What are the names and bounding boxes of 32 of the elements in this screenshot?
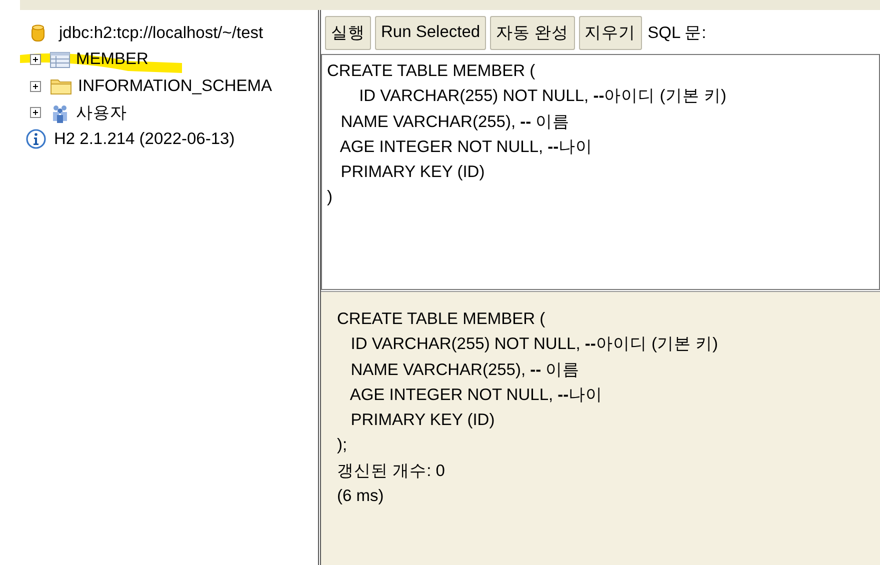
result-line: CREATE TABLE MEMBER ( (337, 309, 546, 330)
sql-label: SQL 문: (648, 22, 706, 44)
code-line: NAME VARCHAR(255), -- 이름 (340, 112, 571, 133)
users-icon (50, 102, 70, 123)
result-line: PRIMARY KEY (ID) (350, 410, 496, 432)
result-line: 갱신된 개수: 0 (337, 460, 446, 482)
code-line: ) (327, 187, 334, 208)
result-line: ); (337, 435, 348, 456)
code-line: CREATE TABLE MEMBER ( (327, 61, 536, 82)
code-line: PRIMARY KEY (ID) (340, 162, 486, 184)
result-line: NAME VARCHAR(255), -- 이름 (350, 360, 581, 381)
toolbar-button[interactable]: 실행 (325, 16, 371, 50)
code-line: ID VARCHAR(255) NOT NULL, --아이디 (기본 키) (358, 86, 728, 108)
info-icon (26, 129, 46, 150)
table-icon (50, 52, 70, 68)
tree-item[interactable]: 사용자 (76, 102, 127, 124)
database-icon (31, 24, 45, 42)
version-label: H2 2.1.214 (2022-06-13) (54, 130, 235, 149)
result-line: ID VARCHAR(255) NOT NULL, --아이디 (기본 키) (350, 334, 720, 356)
result-line: (6 ms) (337, 486, 385, 508)
toolbar-button[interactable]: 지우기 (578, 16, 642, 50)
expand-icon[interactable] (30, 54, 41, 66)
code-line: AGE INTEGER NOT NULL, --나이 (338, 136, 594, 158)
expand-icon[interactable] (30, 107, 41, 118)
toolbar-button[interactable]: 자동 완성 (490, 16, 575, 50)
toolbar-button[interactable]: Run Selected (375, 16, 486, 50)
tree-item[interactable]: INFORMATION_SCHEMA (78, 76, 272, 96)
connection-label[interactable]: jdbc:h2:tcp://localhost/~/test (59, 24, 264, 43)
sql-editor[interactable]: CREATE TABLE MEMBER ( ID VARCHAR(255) NOT NULL, --아이디 (기본 키) NAME VARCHAR(255), -- 이름 AGE INTEGER NOT NULL, --나이 PRIMARY KEY (ID) ) (321, 54, 880, 290)
folder-icon (50, 77, 72, 96)
expand-icon[interactable] (30, 80, 41, 92)
result-line: AGE INTEGER NOT NULL, --나이 (348, 384, 604, 406)
